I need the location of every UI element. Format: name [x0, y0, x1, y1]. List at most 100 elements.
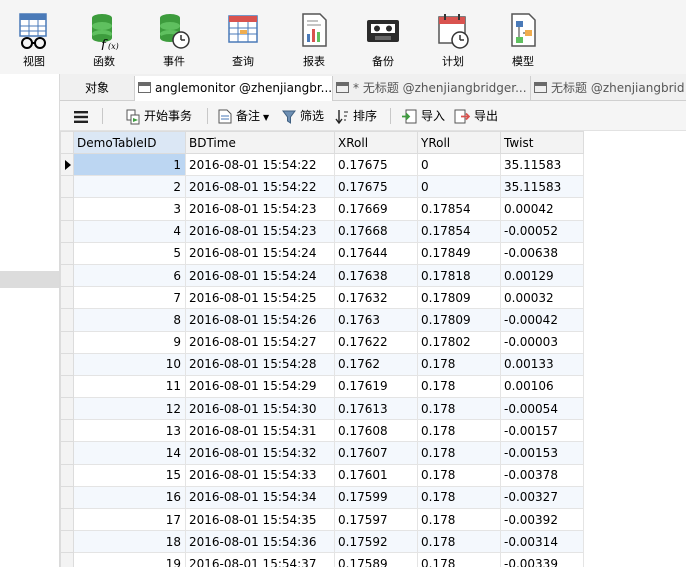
- row-indicator[interactable]: [60, 530, 74, 554]
- tab-objects[interactable]: 对象: [60, 76, 135, 101]
- cell-bdtime[interactable]: 2016-08-01 15:54:32: [185, 441, 335, 465]
- cell-bdtime[interactable]: 2016-08-01 15:54:22: [185, 175, 335, 199]
- column-header-twist[interactable]: Twist: [500, 131, 584, 154]
- backup-button[interactable]: 备份: [355, 12, 411, 70]
- cell-demotableid[interactable]: 18: [73, 530, 186, 554]
- cell-xroll[interactable]: 0.17632: [334, 286, 418, 310]
- row-indicator[interactable]: [60, 152, 74, 177]
- view-button[interactable]: 视图: [6, 12, 62, 70]
- cell-twist[interactable]: -0.00327: [500, 485, 584, 510]
- cell-bdtime[interactable]: 2016-08-01 15:54:27: [185, 330, 335, 354]
- cell-twist[interactable]: -0.00314: [500, 530, 584, 554]
- row-indicator[interactable]: [60, 330, 74, 354]
- sort-button[interactable]: 排序: [335, 106, 377, 126]
- table-row[interactable]: 4 2016-08-01 15:54:23 0.17668 0.17854 -0.000…: [60, 219, 584, 243]
- table-row[interactable]: 1 2016-08-01 15:54:22 0.17675 0 35.11583: [60, 152, 584, 177]
- cell-demotableid[interactable]: 1: [73, 152, 186, 177]
- cell-yroll[interactable]: 0.178: [417, 552, 501, 567]
- selected-nav-item[interactable]: [0, 271, 59, 288]
- cell-bdtime[interactable]: 2016-08-01 15:54:25: [185, 286, 335, 310]
- cell-yroll[interactable]: 0.17809: [417, 286, 501, 310]
- cell-twist[interactable]: -0.00003: [500, 330, 584, 354]
- cell-twist[interactable]: 35.11583: [500, 152, 584, 177]
- begin-transaction-button[interactable]: 开始事务: [126, 106, 192, 126]
- cell-demotableid[interactable]: 5: [73, 241, 186, 265]
- function-button[interactable]: f (x) 函数: [76, 12, 132, 70]
- cell-twist[interactable]: 0.00032: [500, 286, 584, 310]
- table-row[interactable]: 5 2016-08-01 15:54:24 0.17644 0.17849 -0.006…: [60, 241, 584, 265]
- cell-bdtime[interactable]: 2016-08-01 15:54:31: [185, 419, 335, 443]
- row-indicator[interactable]: [60, 463, 74, 487]
- note-button[interactable]: 备注 ▼: [218, 106, 269, 126]
- tab-untitled-query-1[interactable]: * 无标题 @zhenjiangbridger...: [333, 76, 531, 101]
- cell-xroll[interactable]: 0.17589: [334, 552, 418, 567]
- cell-yroll[interactable]: 0.178: [417, 397, 501, 421]
- cell-demotableid[interactable]: 17: [73, 507, 186, 532]
- cell-xroll[interactable]: 0.17622: [334, 330, 418, 354]
- cell-demotableid[interactable]: 16: [73, 485, 186, 510]
- cell-bdtime[interactable]: 2016-08-01 15:54:35: [185, 507, 335, 532]
- cell-demotableid[interactable]: 19: [73, 552, 186, 567]
- filter-button[interactable]: 筛选: [282, 106, 324, 126]
- row-indicator[interactable]: [60, 241, 74, 265]
- cell-xroll[interactable]: 0.17675: [334, 175, 418, 199]
- cell-demotableid[interactable]: 13: [73, 419, 186, 443]
- cell-demotableid[interactable]: 12: [73, 397, 186, 421]
- table-row[interactable]: 2 2016-08-01 15:54:22 0.17675 0 35.11583: [60, 175, 584, 199]
- row-indicator[interactable]: [60, 286, 74, 310]
- cell-xroll[interactable]: 0.17599: [334, 485, 418, 510]
- cell-yroll[interactable]: 0.178: [417, 463, 501, 487]
- cell-demotableid[interactable]: 10: [73, 352, 186, 376]
- cell-xroll[interactable]: 0.17675: [334, 152, 418, 177]
- cell-twist[interactable]: 0.00042: [500, 197, 584, 221]
- row-indicator[interactable]: [60, 419, 74, 443]
- schedule-button[interactable]: 计划: [425, 12, 481, 70]
- column-header-yroll[interactable]: YRoll: [417, 131, 501, 154]
- query-button[interactable]: 查询: [215, 12, 271, 70]
- cell-xroll[interactable]: 0.17592: [334, 530, 418, 554]
- model-button[interactable]: 模型: [495, 12, 551, 70]
- cell-yroll[interactable]: 0.17854: [417, 197, 501, 221]
- report-button[interactable]: 报表: [286, 12, 342, 70]
- row-indicator[interactable]: [60, 175, 74, 199]
- table-row[interactable]: 12 2016-08-01 15:54:30 0.17613 0.178 -0.0005…: [60, 397, 584, 421]
- cell-twist[interactable]: -0.00157: [500, 419, 584, 443]
- cell-twist[interactable]: -0.00339: [500, 552, 584, 567]
- cell-yroll[interactable]: 0.17854: [417, 219, 501, 243]
- cell-xroll[interactable]: 0.17601: [334, 463, 418, 487]
- cell-yroll[interactable]: 0.178: [417, 530, 501, 554]
- table-row[interactable]: 13 2016-08-01 15:54:31 0.17608 0.178 -0.0015…: [60, 419, 584, 443]
- cell-demotableid[interactable]: 15: [73, 463, 186, 487]
- cell-demotableid[interactable]: 8: [73, 308, 186, 332]
- cell-xroll[interactable]: 0.17668: [334, 219, 418, 243]
- cell-bdtime[interactable]: 2016-08-01 15:54:24: [185, 263, 335, 288]
- cell-twist[interactable]: 0.00133: [500, 352, 584, 376]
- row-indicator[interactable]: [60, 352, 74, 376]
- cell-bdtime[interactable]: 2016-08-01 15:54:23: [185, 197, 335, 221]
- row-indicator[interactable]: [60, 507, 74, 532]
- cell-twist[interactable]: -0.00054: [500, 397, 584, 421]
- table-row[interactable]: 15 2016-08-01 15:54:33 0.17601 0.178 -0.0037…: [60, 463, 584, 487]
- export-button[interactable]: 导出: [454, 106, 498, 126]
- cell-xroll[interactable]: 0.17613: [334, 397, 418, 421]
- cell-yroll[interactable]: 0.17802: [417, 330, 501, 354]
- cell-xroll[interactable]: 0.17669: [334, 197, 418, 221]
- table-row[interactable]: 18 2016-08-01 15:54:36 0.17592 0.178 -0.0031…: [60, 530, 584, 554]
- cell-twist[interactable]: 0.00129: [500, 263, 584, 288]
- row-indicator[interactable]: [60, 374, 74, 399]
- table-row[interactable]: 10 2016-08-01 15:54:28 0.1762 0.178 0.00133: [60, 352, 584, 376]
- cell-yroll[interactable]: 0.17809: [417, 308, 501, 332]
- cell-twist[interactable]: -0.00052: [500, 219, 584, 243]
- cell-twist[interactable]: -0.00392: [500, 507, 584, 532]
- table-row[interactable]: 8 2016-08-01 15:54:26 0.1763 0.17809 -0.0004…: [60, 308, 584, 332]
- cell-yroll[interactable]: 0.17818: [417, 263, 501, 288]
- cell-yroll[interactable]: 0.178: [417, 485, 501, 510]
- cell-bdtime[interactable]: 2016-08-01 15:54:30: [185, 397, 335, 421]
- cell-bdtime[interactable]: 2016-08-01 15:54:29: [185, 374, 335, 399]
- cell-yroll[interactable]: 0: [417, 175, 501, 199]
- cell-yroll[interactable]: 0.178: [417, 441, 501, 465]
- table-row[interactable]: 11 2016-08-01 15:54:29 0.17619 0.178 0.00106: [60, 374, 584, 399]
- cell-bdtime[interactable]: 2016-08-01 15:54:22: [185, 152, 335, 177]
- cell-xroll[interactable]: 0.17607: [334, 441, 418, 465]
- menu-button[interactable]: [74, 106, 92, 126]
